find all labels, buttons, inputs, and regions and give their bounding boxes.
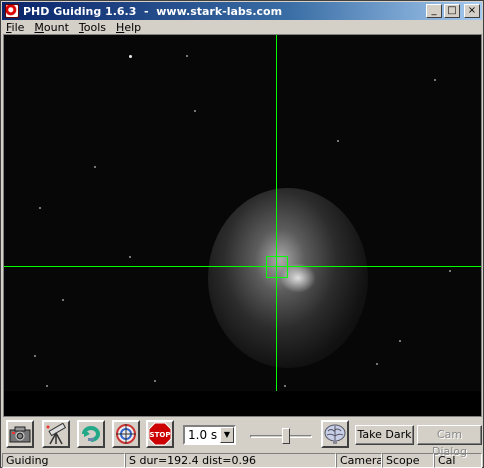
background-star xyxy=(129,55,132,58)
status-bar: Guiding S dur=192.4 dist=0.96 Camera Sco… xyxy=(2,453,482,468)
image-bottom-band xyxy=(4,391,481,416)
minimize-button[interactable]: _ xyxy=(426,4,442,18)
main-window: PHD Guiding 1.6.3 - www.stark-labs.com _… xyxy=(0,0,484,468)
guide-target-icon xyxy=(116,424,136,444)
camera-connect-button[interactable] xyxy=(6,420,34,448)
chevron-down-icon[interactable]: ▼ xyxy=(220,427,234,443)
guide-button[interactable] xyxy=(112,420,140,448)
take-dark-button[interactable]: Take Dark xyxy=(355,425,414,445)
toolbar: STOP 1.0 s ▼ Take Dark Cam Dialog xyxy=(2,417,482,458)
camera-image-view[interactable] xyxy=(3,34,482,417)
stop-label: STOP xyxy=(150,431,171,439)
status-info: S dur=192.4 dist=0.96 xyxy=(125,453,336,468)
loop-icon xyxy=(82,426,100,442)
status-scope: Scope xyxy=(382,453,434,468)
telescope-connect-icon xyxy=(46,423,67,445)
menu-help[interactable]: Help xyxy=(116,21,141,34)
menu-mount[interactable]: Mount xyxy=(34,21,69,34)
app-icon[interactable] xyxy=(5,4,19,18)
cam-dialog-button[interactable]: Cam Dialog xyxy=(417,425,482,458)
background-star xyxy=(337,140,339,142)
background-star xyxy=(376,363,378,365)
camera-connect-icon xyxy=(9,426,31,443)
background-star xyxy=(34,355,36,357)
status-message: Guiding xyxy=(2,453,125,468)
telescope-connect-button[interactable] xyxy=(42,420,70,448)
exposure-duration-value: 1.0 s xyxy=(188,428,218,442)
background-star xyxy=(62,299,64,301)
menu-tools[interactable]: Tools xyxy=(79,21,106,34)
background-star xyxy=(46,385,48,387)
gamma-slider-track[interactable] xyxy=(250,435,312,438)
background-star xyxy=(39,207,41,209)
close-button[interactable]: × xyxy=(464,4,480,18)
background-star xyxy=(129,256,131,258)
crosshair-vertical xyxy=(276,35,277,416)
star-selection-box xyxy=(266,256,288,278)
background-star xyxy=(186,55,188,57)
title-bar[interactable]: PHD Guiding 1.6.3 - www.stark-labs.com _… xyxy=(2,2,482,20)
brain-icon xyxy=(324,424,346,444)
crosshair-horizontal xyxy=(4,266,481,267)
background-star xyxy=(449,270,451,272)
brain-button[interactable] xyxy=(321,420,349,448)
loop-exposure-button[interactable] xyxy=(77,420,105,448)
menu-file[interactable]: File xyxy=(6,21,24,34)
stop-icon: STOP xyxy=(148,422,172,446)
gamma-slider-thumb[interactable] xyxy=(282,428,291,444)
background-star xyxy=(434,79,436,81)
menu-bar: File Mount Tools Help xyxy=(2,20,482,34)
background-star xyxy=(399,340,401,342)
status-camera: Camera xyxy=(336,453,382,468)
background-star xyxy=(284,385,286,387)
stop-button[interactable]: STOP xyxy=(146,420,174,448)
status-cal: Cal xyxy=(434,453,482,468)
background-star xyxy=(154,380,156,382)
maximize-button[interactable]: □ xyxy=(444,4,460,18)
window-title: PHD Guiding 1.6.3 - www.stark-labs.com xyxy=(23,4,283,18)
background-star xyxy=(194,110,196,112)
exposure-duration-select[interactable]: 1.0 s ▼ xyxy=(183,425,236,445)
background-star xyxy=(94,166,96,168)
